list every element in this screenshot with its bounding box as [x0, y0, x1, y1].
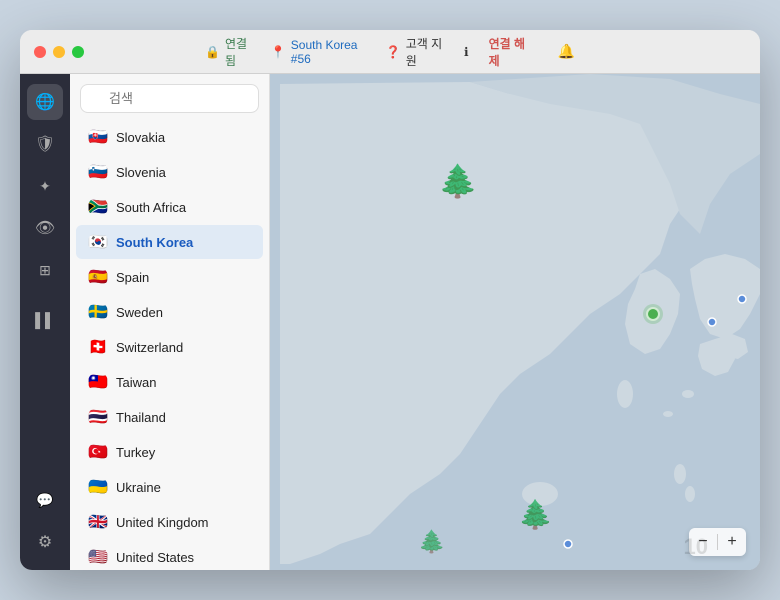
- sidebar-item-eye[interactable]: 👁: [27, 210, 63, 246]
- flag-slovakia: 🇸🇰: [88, 127, 108, 147]
- country-south-africa[interactable]: 🇿🇦 South Africa: [76, 190, 263, 224]
- flag-ukraine: 🇺🇦: [88, 477, 108, 497]
- flag-united-kingdom: 🇬🇧: [88, 512, 108, 532]
- country-switzerland[interactable]: 🇨🇭 Switzerland: [76, 330, 263, 364]
- country-slovakia[interactable]: 🇸🇰 Slovakia: [76, 120, 263, 154]
- map-watermark: 10: [684, 534, 708, 560]
- country-name-united-kingdom: United Kingdom: [116, 515, 209, 530]
- search-input[interactable]: [80, 84, 259, 113]
- sidebar-item-settings[interactable]: ⚙: [27, 524, 63, 560]
- titlebar-center: 🔒 연결됨 📍 South Korea #56 ❓ 고객 지원 ℹ 연결 해제 …: [205, 35, 575, 69]
- icon-sidebar: 🌐 🛡 ✦ 👁 ⊞ ▌▌ 💬 ⚙: [20, 74, 70, 570]
- sidebar-item-mesh[interactable]: ✦: [27, 168, 63, 204]
- country-name-thailand: Thailand: [116, 410, 166, 425]
- country-name-taiwan: Taiwan: [116, 375, 156, 390]
- main-content: 🌐 🛡 ✦ 👁 ⊞ ▌▌ 💬 ⚙: [20, 74, 760, 570]
- country-name-sweden: Sweden: [116, 305, 163, 320]
- sidebar-item-chat[interactable]: 💬: [27, 482, 63, 518]
- info-button[interactable]: ℹ: [464, 45, 469, 59]
- connection-status: 🔒 연결됨: [205, 35, 251, 69]
- support-label: 고객 지원: [406, 35, 444, 69]
- country-slovenia[interactable]: 🇸🇮 Slovenia: [76, 155, 263, 189]
- country-united-states[interactable]: 🇺🇸 United States: [76, 540, 263, 570]
- sidebar-item-chart[interactable]: ▌▌: [27, 302, 63, 338]
- country-thailand[interactable]: 🇹🇭 Thailand: [76, 400, 263, 434]
- sidebar-item-layers[interactable]: ⊞: [27, 252, 63, 288]
- country-united-kingdom[interactable]: 🇬🇧 United Kingdom: [76, 505, 263, 539]
- flag-thailand: 🇹🇭: [88, 407, 108, 427]
- country-spain[interactable]: 🇪🇸 Spain: [76, 260, 263, 294]
- lock-icon: 🔒: [205, 45, 220, 59]
- country-south-korea[interactable]: 🇰🇷 South Korea: [76, 225, 263, 259]
- server-label: South Korea #56: [291, 38, 366, 66]
- country-name-united-states: United States: [116, 550, 194, 565]
- support-link[interactable]: ❓ 고객 지원: [386, 35, 444, 69]
- svg-text:🌲: 🌲: [518, 498, 553, 531]
- country-scroll[interactable]: 🇸🇰 Slovakia 🇸🇮 Slovenia 🇿🇦 South Africa …: [70, 119, 269, 570]
- zoom-in-button[interactable]: +: [718, 528, 746, 556]
- country-name-turkey: Turkey: [116, 445, 155, 460]
- flag-united-states: 🇺🇸: [88, 547, 108, 567]
- country-ukraine[interactable]: 🇺🇦 Ukraine: [76, 470, 263, 504]
- server-location-icon: 📍: [271, 45, 286, 59]
- svg-text:🌲: 🌲: [438, 163, 478, 199]
- sidebar-item-globe[interactable]: 🌐: [27, 84, 63, 120]
- gear-icon: ⚙: [38, 532, 52, 552]
- country-name-spain: Spain: [116, 270, 149, 285]
- traffic-lights: [34, 46, 84, 58]
- close-button[interactable]: [34, 46, 46, 58]
- country-name-south-korea: South Korea: [116, 235, 193, 250]
- map-area: 🌲 🌲 🌲 − + 10: [270, 74, 760, 570]
- country-name-ukraine: Ukraine: [116, 480, 161, 495]
- country-name-switzerland: Switzerland: [116, 340, 183, 355]
- country-name-slovakia: Slovakia: [116, 130, 165, 145]
- app-window: 🔒 연결됨 📍 South Korea #56 ❓ 고객 지원 ℹ 연결 해제 …: [20, 30, 760, 570]
- mesh-icon: ✦: [39, 178, 51, 195]
- shield-icon: 🛡: [35, 134, 55, 154]
- globe-icon: 🌐: [35, 92, 55, 112]
- flag-switzerland: 🇨🇭: [88, 337, 108, 357]
- svg-text:🌲: 🌲: [418, 529, 445, 554]
- country-list: 🔍 🇸🇰 Slovakia 🇸🇮 Slovenia 🇿🇦 South Afric…: [70, 74, 270, 570]
- flag-south-africa: 🇿🇦: [88, 197, 108, 217]
- connected-label: 연결됨: [225, 35, 251, 69]
- minimize-button[interactable]: [53, 46, 65, 58]
- chart-icon: ▌▌: [35, 312, 55, 328]
- country-turkey[interactable]: 🇹🇷 Turkey: [76, 435, 263, 469]
- flag-taiwan: 🇹🇼: [88, 372, 108, 392]
- flag-spain: 🇪🇸: [88, 267, 108, 287]
- search-bar: 🔍: [70, 74, 269, 119]
- country-name-south-africa: South Africa: [116, 200, 186, 215]
- search-wrap: 🔍: [80, 84, 259, 113]
- map-svg: 🌲 🌲 🌲: [270, 74, 760, 570]
- flag-sweden: 🇸🇪: [88, 302, 108, 322]
- flag-turkey: 🇹🇷: [88, 442, 108, 462]
- notification-bell[interactable]: 🔔: [558, 43, 575, 60]
- titlebar: 🔒 연결됨 📍 South Korea #56 ❓ 고객 지원 ℹ 연결 해제 …: [20, 30, 760, 74]
- sidebar-item-shield[interactable]: 🛡: [27, 126, 63, 162]
- server-info[interactable]: 📍 South Korea #56: [271, 38, 366, 66]
- flag-south-korea: 🇰🇷: [88, 232, 108, 252]
- country-name-slovenia: Slovenia: [116, 165, 166, 180]
- eye-icon: 👁: [35, 218, 55, 238]
- maximize-button[interactable]: [72, 46, 84, 58]
- country-sweden[interactable]: 🇸🇪 Sweden: [76, 295, 263, 329]
- country-taiwan[interactable]: 🇹🇼 Taiwan: [76, 365, 263, 399]
- support-icon: ❓: [386, 45, 401, 59]
- chat-icon: 💬: [36, 492, 53, 509]
- layers-icon: ⊞: [39, 262, 51, 279]
- flag-slovenia: 🇸🇮: [88, 162, 108, 182]
- disconnect-button[interactable]: 연결 해제: [489, 35, 530, 69]
